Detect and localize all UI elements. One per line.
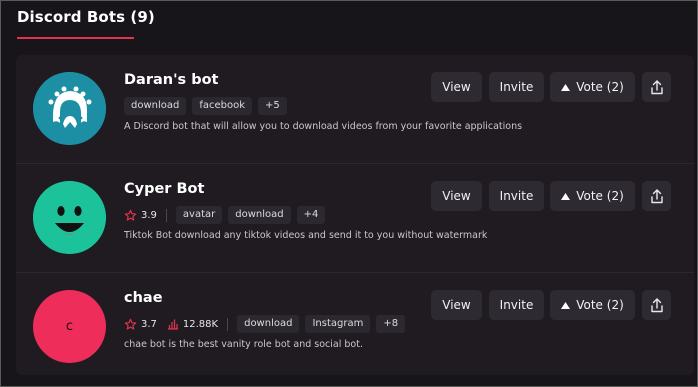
invite-button[interactable]: Invite <box>489 290 544 320</box>
bot-meta: 3.9 avatar download +4 <box>124 205 326 225</box>
rating: 3.7 <box>124 318 157 331</box>
triangle-up-icon <box>561 83 571 91</box>
star-icon <box>124 209 137 221</box>
bot-avatar[interactable] <box>33 72 106 145</box>
rating-value: 3.7 <box>141 318 157 330</box>
separator <box>227 317 229 331</box>
tag[interactable]: download <box>124 97 187 115</box>
rating-value: 3.9 <box>141 209 157 221</box>
bot-avatar[interactable]: c <box>33 290 106 363</box>
bot-tags: download facebook +5 <box>124 96 287 116</box>
title-underline <box>17 37 134 39</box>
invite-button[interactable]: Invite <box>489 181 544 211</box>
bar-chart-icon <box>167 319 178 330</box>
tag-more[interactable]: +4 <box>296 206 326 224</box>
avatar-letter: c <box>65 319 74 334</box>
rating: 3.9 <box>124 209 157 222</box>
tag[interactable]: download <box>237 315 300 333</box>
bot-card: Daran's bot download facebook +5 A Disco… <box>16 55 694 163</box>
share-icon <box>650 188 663 203</box>
smiley-face-icon <box>33 181 106 254</box>
octopus-logo-icon <box>33 72 106 145</box>
bot-avatar[interactable] <box>33 181 106 254</box>
vote-button[interactable]: Vote (2) <box>550 72 635 102</box>
share-icon <box>650 79 663 94</box>
vote-button[interactable]: Vote (2) <box>550 290 635 320</box>
vote-label: Vote (2) <box>576 189 624 203</box>
share-icon <box>650 297 663 312</box>
view-button[interactable]: View <box>431 181 482 211</box>
server-count: 12.88K <box>167 318 218 330</box>
view-button[interactable]: View <box>431 290 482 320</box>
bot-name[interactable]: Cyper Bot <box>124 181 204 197</box>
share-button[interactable] <box>642 181 671 211</box>
vote-label: Vote (2) <box>576 298 624 312</box>
tag-more[interactable]: +5 <box>258 97 287 115</box>
vote-button[interactable]: Vote (2) <box>550 181 635 211</box>
bot-description: chae bot is the best vanity role bot and… <box>124 339 363 350</box>
bot-description: A Discord bot that will allow you to dow… <box>124 121 523 132</box>
tag[interactable]: facebook <box>192 97 253 115</box>
section-title: Discord Bots (9) <box>17 8 155 26</box>
share-button[interactable] <box>642 72 671 102</box>
star-icon <box>124 318 137 330</box>
triangle-up-icon <box>561 301 571 309</box>
triangle-up-icon <box>561 192 571 200</box>
bot-list: Daran's bot download facebook +5 A Disco… <box>16 55 694 375</box>
vote-label: Vote (2) <box>576 80 624 94</box>
tag[interactable]: Instagram <box>305 315 371 333</box>
bot-card: c chae 3.7 12.88K download Instagram +8 … <box>16 273 694 381</box>
invite-button[interactable]: Invite <box>489 72 544 102</box>
view-button[interactable]: View <box>431 72 482 102</box>
server-count-value: 12.88K <box>182 318 219 330</box>
bot-name[interactable]: chae <box>124 290 163 306</box>
separator <box>165 208 167 222</box>
bot-description: Tiktok Bot download any tiktok videos an… <box>124 230 488 241</box>
bot-name[interactable]: Daran's bot <box>124 72 218 88</box>
tag[interactable]: download <box>228 206 291 224</box>
share-button[interactable] <box>642 290 671 320</box>
tag-more[interactable]: +8 <box>376 315 406 333</box>
bot-meta: 3.7 12.88K download Instagram +8 <box>124 314 406 334</box>
bot-card: Cyper Bot 3.9 avatar download +4 Tiktok … <box>16 164 694 272</box>
tag[interactable]: avatar <box>175 206 223 224</box>
